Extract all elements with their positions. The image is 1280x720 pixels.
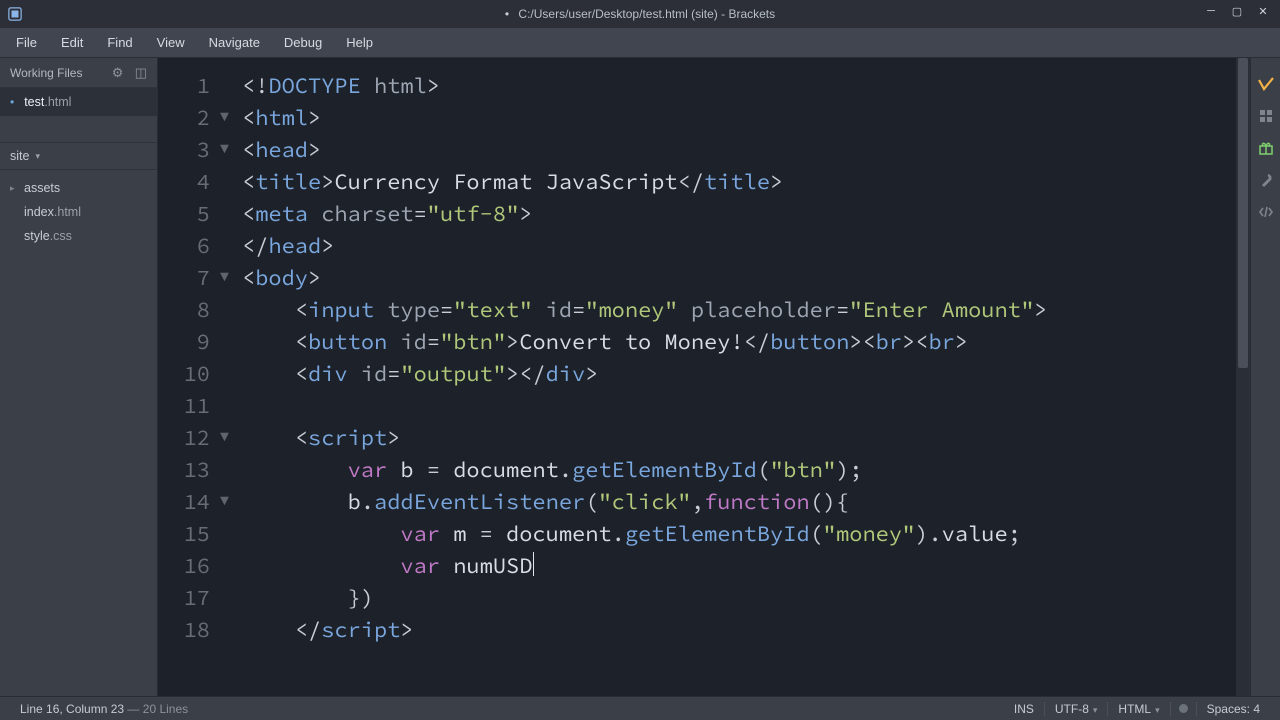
- status-encoding[interactable]: UTF-8▾: [1045, 702, 1108, 716]
- twisty-icon: ▸: [10, 183, 20, 194]
- working-files-header[interactable]: Working Files ⚙ ◫: [0, 58, 157, 88]
- chevron-down-icon: ▾: [35, 151, 40, 162]
- window-maximize-button[interactable]: ▢: [1224, 0, 1250, 22]
- window-close-button[interactable]: ✕: [1250, 0, 1276, 22]
- code-area[interactable]: <!DOCTYPE html><html><head><title>Curren…: [242, 58, 1236, 696]
- lint-status-icon[interactable]: [1179, 704, 1188, 713]
- working-files-label: Working Files: [10, 66, 82, 80]
- window-title-text: C:/Users/user/Desktop/test.html (site) -…: [518, 7, 775, 21]
- menu-find[interactable]: Find: [95, 28, 144, 58]
- live-preview-icon[interactable]: [1251, 68, 1280, 100]
- main-area: Working Files ⚙ ◫ • test.html site ▾ ▸ a…: [0, 58, 1280, 696]
- menu-help[interactable]: Help: [334, 28, 385, 58]
- status-language[interactable]: HTML▾: [1108, 702, 1169, 716]
- window-minimize-button[interactable]: ─: [1198, 0, 1224, 22]
- menubar: File Edit Find View Navigate Debug Help: [0, 28, 1280, 58]
- tree-file[interactable]: index.html: [0, 200, 157, 224]
- app-icon: [8, 6, 24, 22]
- menu-view[interactable]: View: [145, 28, 197, 58]
- menu-file[interactable]: File: [4, 28, 49, 58]
- tree-folder[interactable]: ▸ assets: [0, 176, 157, 200]
- code-inspect-icon[interactable]: [1251, 196, 1280, 228]
- extensions-icon[interactable]: [1251, 100, 1280, 132]
- vertical-scrollbar[interactable]: [1236, 58, 1250, 696]
- window-title: • C:/Users/user/Desktop/test.html (site)…: [505, 7, 775, 21]
- menu-navigate[interactable]: Navigate: [197, 28, 272, 58]
- file-tree: ▸ assets index.html style.css: [0, 170, 157, 254]
- split-view-icon[interactable]: ◫: [135, 65, 147, 80]
- tree-file[interactable]: style.css: [0, 224, 157, 248]
- window-titlebar: • C:/Users/user/Desktop/test.html (site)…: [0, 0, 1280, 28]
- status-indent[interactable]: Spaces: 4: [1197, 702, 1270, 716]
- dirty-indicator: •: [505, 7, 509, 21]
- sidebar: Working Files ⚙ ◫ • test.html site ▾ ▸ a…: [0, 58, 158, 696]
- statusbar: Line 16, Column 23 — 20 Lines INS UTF-8▾…: [0, 696, 1280, 720]
- status-cursor-position[interactable]: Line 16, Column 23 — 20 Lines: [10, 702, 198, 716]
- dirty-dot-icon: •: [10, 95, 14, 109]
- gear-icon[interactable]: ⚙: [112, 65, 124, 80]
- status-insert-mode[interactable]: INS: [1004, 702, 1044, 716]
- right-toolbar: [1250, 58, 1280, 696]
- gift-icon[interactable]: [1251, 132, 1280, 164]
- statusbar-separator: [1170, 702, 1171, 716]
- code-editor[interactable]: 123456789101112131415161718 ▼▼▼▼▼ <!DOCT…: [158, 58, 1250, 696]
- menu-edit[interactable]: Edit: [49, 28, 95, 58]
- line-gutter: 123456789101112131415161718: [158, 58, 220, 696]
- working-file-name: test.html: [24, 95, 71, 109]
- menu-debug[interactable]: Debug: [272, 28, 334, 58]
- project-name: site: [10, 149, 29, 163]
- working-file-item[interactable]: • test.html: [0, 88, 157, 116]
- scrollbar-thumb[interactable]: [1238, 58, 1248, 368]
- project-selector[interactable]: site ▾: [0, 142, 157, 170]
- wrench-icon[interactable]: [1251, 164, 1280, 196]
- sidebar-spacer: [0, 116, 157, 142]
- fold-column[interactable]: ▼▼▼▼▼: [220, 58, 242, 696]
